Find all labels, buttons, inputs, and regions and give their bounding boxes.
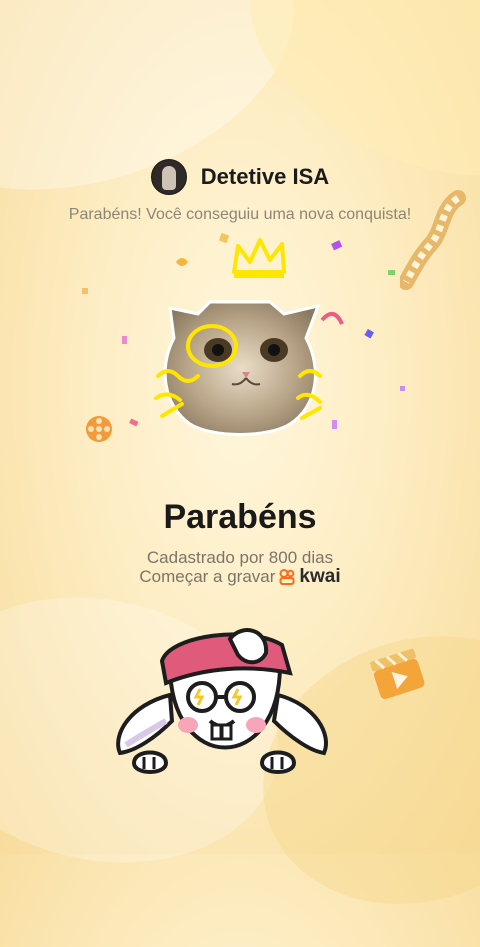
background-swirl <box>0 0 330 239</box>
brand-name: kwai <box>299 566 341 587</box>
achievement-title: Parabéns <box>163 498 317 536</box>
crown-doodle-icon <box>232 238 286 278</box>
achievement-detail: Cadastrado por 800 dias <box>146 548 334 567</box>
cat-photo <box>154 300 322 436</box>
achievement-sticker <box>130 228 350 448</box>
achievement-subtitle: Parabéns! Você conseguiu uma nova conqui… <box>68 206 412 223</box>
kwai-logo-icon <box>279 569 295 585</box>
clapperboard-icon <box>370 648 425 700</box>
achievement-cta: Começar a gravar kwai <box>0 566 480 588</box>
avatar[interactable] <box>150 159 187 195</box>
user-header: Detetive ISA <box>0 158 480 196</box>
kwai-bunny-mascot <box>116 628 328 774</box>
cta-text: Começar a gravar <box>139 567 276 586</box>
username-label[interactable]: Detetive ISA <box>201 164 329 190</box>
